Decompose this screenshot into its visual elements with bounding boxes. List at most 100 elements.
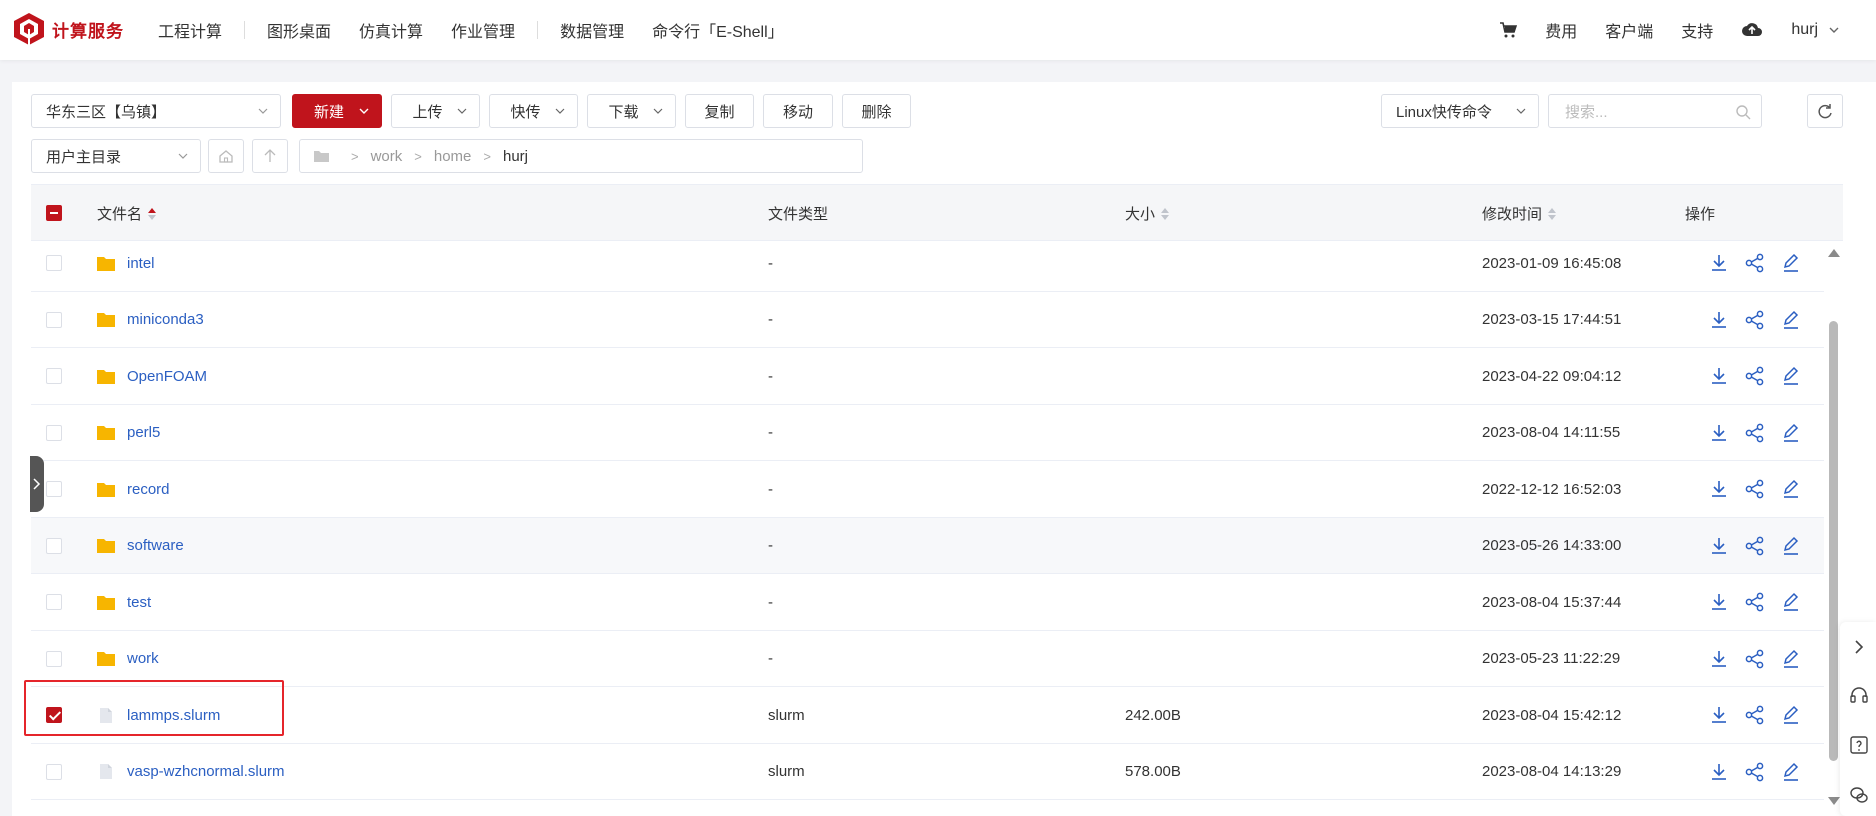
table-row[interactable]: OpenFOAM - 2023-04-22 09:04:12 [31, 348, 1824, 405]
row-checkbox[interactable] [46, 255, 62, 271]
sort-icon[interactable] [148, 207, 157, 220]
nav-data[interactable]: 数据管理 [560, 18, 624, 42]
scroll-thumb[interactable] [1829, 321, 1838, 761]
file-name-cell[interactable]: record [97, 461, 170, 517]
row-checkbox[interactable] [46, 424, 62, 441]
wechat-icon[interactable] [1848, 784, 1870, 806]
edit-icon[interactable] [1780, 705, 1802, 725]
file-name-link[interactable]: lammps.slurm [127, 707, 220, 724]
client-link[interactable]: 客户端 [1605, 18, 1653, 42]
file-name-cell[interactable]: OpenFOAM [97, 348, 207, 404]
row-checkbox[interactable] [46, 707, 62, 723]
download-icon[interactable] [1708, 536, 1730, 556]
sort-icon[interactable] [1161, 207, 1170, 220]
nav-desktop[interactable]: 图形桌面 [267, 18, 331, 42]
file-name-link[interactable]: miniconda3 [127, 311, 204, 328]
row-checkbox[interactable] [46, 594, 62, 610]
download-icon[interactable] [1708, 253, 1730, 273]
select-all-checkbox[interactable] [46, 205, 62, 221]
edit-icon[interactable] [1780, 649, 1802, 669]
new-button[interactable]: 新建 [292, 94, 382, 128]
file-name-link[interactable]: perl5 [127, 424, 160, 441]
edit-icon[interactable] [1780, 366, 1802, 386]
sort-icon[interactable] [1548, 207, 1557, 220]
row-checkbox[interactable] [46, 368, 62, 384]
row-checkbox[interactable] [46, 311, 62, 328]
user-menu[interactable]: hurj [1791, 21, 1840, 39]
file-name-cell[interactable]: test [97, 574, 151, 630]
help-icon[interactable] [1848, 734, 1870, 756]
header-name[interactable]: 文件名 [97, 185, 157, 242]
share-icon[interactable] [1744, 592, 1766, 612]
edit-icon[interactable] [1780, 762, 1802, 782]
file-name-link[interactable]: test [127, 594, 151, 611]
row-checkbox[interactable] [46, 650, 62, 667]
download-icon[interactable] [1708, 592, 1730, 612]
search-icon[interactable] [1735, 104, 1751, 120]
share-icon[interactable] [1744, 366, 1766, 386]
table-row[interactable]: record - 2022-12-12 16:52:03 [31, 461, 1824, 518]
table-row[interactable]: miniconda3 - 2023-03-15 17:44:51 [31, 292, 1824, 348]
up-button[interactable] [252, 139, 288, 173]
table-row[interactable]: perl5 - 2023-08-04 14:11:55 [31, 405, 1824, 461]
headset-icon[interactable] [1848, 684, 1870, 706]
copy-button[interactable]: 复制 [685, 94, 754, 128]
cloud-button[interactable] [1741, 21, 1763, 39]
nav-engineering[interactable]: 工程计算 [158, 18, 222, 42]
share-icon[interactable] [1744, 423, 1766, 443]
share-icon[interactable] [1744, 479, 1766, 499]
chevron-right-icon[interactable] [1848, 636, 1870, 658]
file-name-link[interactable]: software [127, 537, 184, 554]
table-row[interactable]: test - 2023-08-04 15:37:44 [31, 574, 1824, 631]
file-name-link[interactable]: OpenFOAM [127, 368, 207, 385]
edit-icon[interactable] [1780, 310, 1802, 330]
breadcrumb-hurj[interactable]: hurj [503, 148, 528, 165]
row-checkbox[interactable] [46, 481, 62, 497]
row-checkbox[interactable] [46, 763, 62, 780]
download-icon[interactable] [1708, 366, 1730, 386]
edit-icon[interactable] [1780, 479, 1802, 499]
table-row[interactable]: intel - 2023-01-09 16:45:08 [31, 241, 1824, 292]
table-row[interactable]: software - 2023-05-26 14:33:00 [31, 517, 1824, 574]
fast-transfer-button[interactable]: 快传 [489, 94, 578, 128]
linux-command-select[interactable]: Linux快传命令 [1381, 94, 1539, 128]
nav-eshell[interactable]: 命令行「E-Shell」 [652, 18, 784, 42]
brand-logo[interactable]: 计算服务 [12, 11, 124, 47]
nav-simulation[interactable]: 仿真计算 [359, 18, 423, 42]
share-icon[interactable] [1744, 536, 1766, 556]
download-button[interactable]: 下载 [587, 94, 676, 128]
file-name-cell[interactable]: software [97, 518, 184, 574]
file-name-link[interactable]: intel [127, 255, 155, 272]
scroll-up-arrow[interactable] [1828, 249, 1840, 257]
fees-link[interactable]: 费用 [1545, 18, 1577, 42]
nav-jobs[interactable]: 作业管理 [451, 18, 515, 42]
file-name-cell[interactable]: intel [97, 241, 155, 291]
edit-icon[interactable] [1780, 592, 1802, 612]
side-panel-toggle[interactable] [30, 456, 44, 512]
share-icon[interactable] [1744, 762, 1766, 782]
delete-button[interactable]: 删除 [842, 94, 911, 128]
file-name-cell[interactable]: lammps.slurm [97, 687, 220, 743]
file-name-link[interactable]: record [127, 481, 170, 498]
scroll-down-arrow[interactable] [1828, 797, 1840, 805]
breadcrumb-work[interactable]: work [371, 148, 403, 165]
edit-icon[interactable] [1780, 253, 1802, 273]
row-checkbox[interactable] [46, 537, 62, 554]
download-icon[interactable] [1708, 423, 1730, 443]
refresh-button[interactable] [1807, 94, 1843, 128]
share-icon[interactable] [1744, 705, 1766, 725]
table-row[interactable]: work - 2023-05-23 11:22:29 [31, 631, 1824, 687]
upload-button[interactable]: 上传 [391, 94, 480, 128]
edit-icon[interactable] [1780, 423, 1802, 443]
breadcrumb-home[interactable]: home [434, 148, 472, 165]
share-icon[interactable] [1744, 649, 1766, 669]
home-button[interactable] [208, 139, 244, 173]
table-row[interactable]: vasp-wzhcnormal.slurm slurm 578.00B 2023-08… [31, 744, 1824, 800]
header-size[interactable]: 大小 [1125, 185, 1170, 242]
home-dir-select[interactable]: 用户主目录 [31, 139, 201, 173]
move-button[interactable]: 移动 [763, 94, 833, 128]
share-icon[interactable] [1744, 310, 1766, 330]
file-name-cell[interactable]: miniconda3 [97, 292, 204, 348]
search-input[interactable]: 搜索... [1548, 94, 1762, 128]
file-name-link[interactable]: work [127, 650, 159, 667]
